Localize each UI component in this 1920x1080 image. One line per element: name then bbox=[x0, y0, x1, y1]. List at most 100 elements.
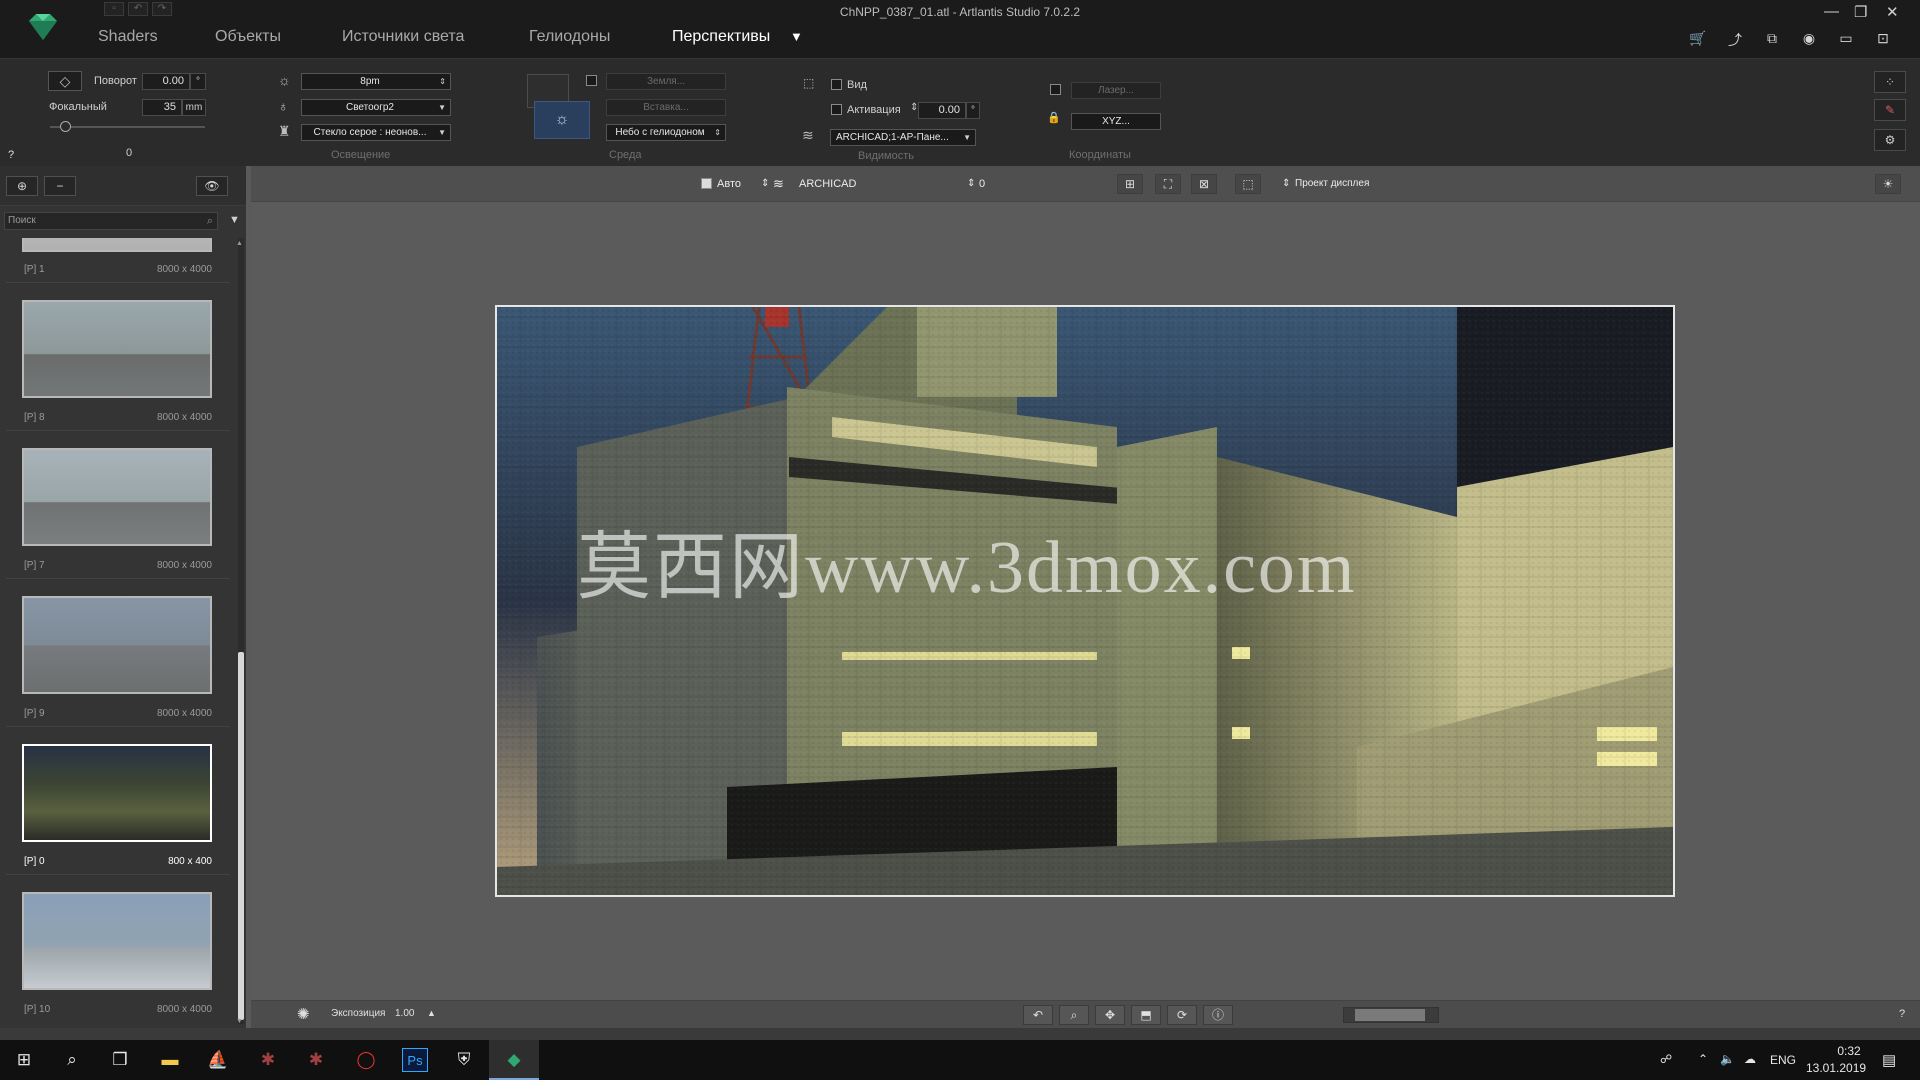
paint-icon: ♜ bbox=[278, 123, 291, 139]
fit-view-icon[interactable]: ⊞ bbox=[1117, 174, 1143, 194]
display-project-label[interactable]: Проект дисплея bbox=[1295, 178, 1369, 189]
onedrive-icon[interactable]: ☁ bbox=[1744, 1052, 1756, 1066]
ship-app-icon[interactable]: ⛵ bbox=[206, 1048, 230, 1072]
exposure-up-icon[interactable]: ▲ bbox=[427, 1008, 436, 1018]
activation-checkbox[interactable] bbox=[831, 104, 842, 115]
bug-app-icon[interactable]: ✱ bbox=[256, 1048, 280, 1072]
focal-slider-track[interactable] bbox=[50, 126, 205, 128]
tab-lights[interactable]: Источники света bbox=[342, 28, 464, 46]
undo-view-icon[interactable]: ↶ bbox=[1023, 1005, 1053, 1025]
scroll-up-icon[interactable]: ▲ bbox=[236, 240, 243, 247]
photoshop-icon[interactable]: Ps bbox=[402, 1048, 428, 1072]
render-preview-image[interactable]: 莫西网www.3dmox.com bbox=[495, 305, 1675, 897]
exposure-aperture-icon[interactable]: ✺ bbox=[297, 1005, 310, 1023]
language-indicator[interactable]: ENG bbox=[1770, 1053, 1796, 1067]
rotation-input[interactable]: 0.00 bbox=[142, 73, 190, 90]
tab-shaders[interactable]: Shaders bbox=[98, 28, 158, 46]
volume-icon[interactable]: 🔈 bbox=[1720, 1052, 1735, 1066]
console-icon[interactable]: ⊡ bbox=[1870, 30, 1896, 50]
remove-button[interactable]: − bbox=[44, 176, 76, 196]
task-view-icon[interactable]: ❒ bbox=[108, 1048, 132, 1072]
help-icon[interactable]: ? bbox=[1899, 1008, 1905, 1020]
notifications-icon[interactable]: ▤ bbox=[1882, 1051, 1896, 1069]
laser-checkbox[interactable] bbox=[1050, 84, 1061, 95]
perspective-view-icon[interactable]: ◇ bbox=[48, 71, 82, 91]
glass-dropdown[interactable]: Стекло серое : неонов... ▼ bbox=[301, 124, 451, 141]
close-button[interactable]: ✕ bbox=[1886, 3, 1899, 21]
number-spin-icon[interactable]: ⇕ bbox=[967, 178, 975, 189]
heliodon-sky-tile[interactable]: ☼ bbox=[534, 101, 590, 139]
minimize-button[interactable]: — bbox=[1824, 3, 1839, 20]
artlantis-taskbar-icon[interactable]: ◆ bbox=[502, 1048, 526, 1072]
ground-checkbox[interactable] bbox=[586, 75, 597, 86]
file-explorer-icon[interactable]: ▬ bbox=[158, 1048, 182, 1072]
people-icon[interactable]: ☍ bbox=[1660, 1052, 1672, 1066]
zoom-icon[interactable]: ⌕ bbox=[1059, 1005, 1089, 1025]
thumbnail-p1[interactable] bbox=[22, 238, 212, 252]
tab-objects[interactable]: Объекты bbox=[215, 28, 281, 46]
activation-input[interactable]: 0.00 bbox=[918, 102, 966, 119]
thumbnail-p8[interactable] bbox=[22, 300, 212, 398]
exposure-value[interactable]: 1.00 bbox=[395, 1008, 414, 1019]
walk-icon[interactable]: ⬒ bbox=[1131, 1005, 1161, 1025]
pencil-icon[interactable]: ✎ bbox=[1874, 99, 1906, 121]
display-spin-icon[interactable]: ⇕ bbox=[1282, 178, 1290, 189]
perspectives-dropdown-icon[interactable]: ▼ bbox=[790, 29, 803, 44]
activation-unit: ° bbox=[966, 102, 980, 119]
light-toggle-icon[interactable]: ☀ bbox=[1875, 174, 1901, 194]
thumbnail-p10[interactable] bbox=[22, 892, 212, 990]
help-icon[interactable]: ? bbox=[8, 149, 14, 161]
restore-button[interactable]: ❐ bbox=[1854, 3, 1867, 21]
tab-heliodons[interactable]: Гелиодоны bbox=[529, 28, 610, 46]
camera-label[interactable]: ARCHICAD bbox=[799, 178, 856, 190]
camera-icon[interactable]: ◉ bbox=[1796, 30, 1822, 50]
thumbnail-p7[interactable] bbox=[22, 448, 212, 546]
thumbnail-size: 800 x 400 bbox=[168, 856, 212, 867]
render-frame-icon[interactable]: ▭ bbox=[1833, 30, 1859, 50]
windows-icon[interactable]: ⧉ bbox=[1759, 30, 1785, 50]
scroll-down-icon[interactable]: ▼ bbox=[236, 1018, 243, 1025]
safe-frame-icon[interactable]: ⊠ bbox=[1191, 174, 1217, 194]
filter-dropdown-icon[interactable]: ▼ bbox=[229, 214, 240, 226]
opera-icon[interactable]: ◯ bbox=[354, 1048, 378, 1072]
insert-button[interactable]: Вставка... bbox=[606, 99, 726, 116]
post-process-icon[interactable]: ⁘ bbox=[1874, 71, 1906, 93]
layer-value: ARCHICAD;1-АР-Пане... bbox=[836, 132, 949, 143]
auto-checkbox[interactable] bbox=[701, 178, 712, 189]
pan-icon[interactable]: ✥ bbox=[1095, 1005, 1125, 1025]
shield-icon[interactable]: ⛨ bbox=[452, 1048, 476, 1072]
view-checkbox[interactable] bbox=[831, 79, 842, 90]
artlantis-window: ▫ ↶ ↷ ChNPP_0387_01.atl - Artlantis Stud… bbox=[0, 0, 1920, 1080]
camera-spin-icon[interactable]: ⇕ bbox=[761, 178, 769, 189]
settings-gear-icon[interactable]: ⚙ bbox=[1874, 129, 1906, 151]
search-input[interactable]: Поиск ⌕ bbox=[4, 212, 218, 230]
horizontal-scroll-thumb[interactable] bbox=[1355, 1009, 1425, 1021]
bug-app-2-icon[interactable]: ✱ bbox=[304, 1048, 328, 1072]
focal-slider-knob[interactable] bbox=[60, 121, 71, 132]
sidebar-scroll-thumb[interactable] bbox=[238, 652, 244, 1020]
cart-icon[interactable]: 🛒 bbox=[1685, 30, 1711, 50]
xyz-button[interactable]: XYZ... bbox=[1071, 113, 1161, 130]
layer-dropdown[interactable]: ARCHICAD;1-АР-Пане... ▼ bbox=[830, 129, 976, 146]
laser-button[interactable]: Лазер... bbox=[1071, 82, 1161, 99]
sky-dropdown[interactable]: Небо с гелиодоном ⇕ bbox=[606, 124, 726, 141]
clock-date[interactable]: 13.01.2019 bbox=[1806, 1061, 1866, 1075]
clock-time[interactable]: 0:32 bbox=[1824, 1044, 1874, 1058]
region-icon[interactable]: ⬚ bbox=[1235, 174, 1261, 194]
ground-button[interactable]: Земля... bbox=[606, 73, 726, 90]
export-icon[interactable]: ⤴ bbox=[1722, 30, 1748, 50]
tray-chevron-up-icon[interactable]: ⌃ bbox=[1698, 1052, 1708, 1066]
tab-perspectives[interactable]: Перспективы bbox=[672, 28, 770, 46]
thumbnail-p0-selected[interactable] bbox=[22, 744, 212, 842]
focal-input[interactable]: 35 bbox=[142, 99, 182, 116]
orbit-icon[interactable]: ⟳ bbox=[1167, 1005, 1197, 1025]
info-icon[interactable]: ⓘ bbox=[1203, 1005, 1233, 1025]
light-set-dropdown[interactable]: Светоогр2 ▼ bbox=[301, 99, 451, 116]
thumbnail-p9[interactable] bbox=[22, 596, 212, 694]
time-dropdown[interactable]: 8pm ⇕ bbox=[301, 73, 451, 90]
eye-icon[interactable]: 👁 bbox=[196, 176, 228, 196]
frame-icon[interactable]: ⛶ bbox=[1155, 174, 1181, 194]
add-camera-button[interactable]: ⊕ bbox=[6, 176, 38, 196]
windows-start-icon[interactable]: ⊞ bbox=[12, 1048, 36, 1072]
search-icon[interactable]: ⌕ bbox=[60, 1048, 84, 1072]
